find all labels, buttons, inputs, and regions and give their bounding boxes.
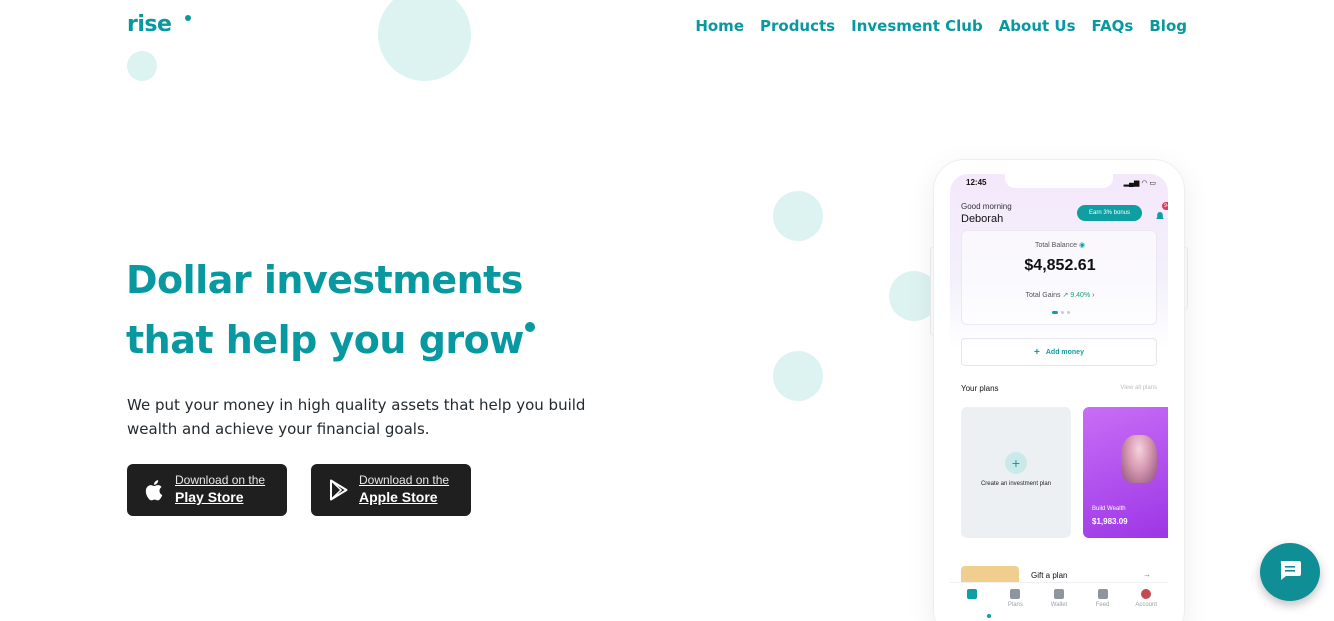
decor-circle bbox=[773, 351, 823, 401]
add-money-button: + Add money bbox=[961, 338, 1157, 366]
plan-value: $1,983.09 bbox=[1092, 517, 1128, 526]
apple-store-label: Download on the Apple Store bbox=[359, 473, 449, 507]
total-balance-value: $4,852.61 bbox=[1024, 257, 1096, 274]
active-tab-indicator bbox=[987, 614, 991, 618]
main-nav: Home Products Invesment Club About Us FA… bbox=[695, 17, 1187, 35]
gift-plan-label: Gift a plan bbox=[1031, 571, 1068, 580]
create-plan-card: + Create an investment plan bbox=[961, 407, 1071, 538]
decor-circle bbox=[773, 191, 823, 241]
store-small-text: Download on the bbox=[175, 473, 266, 487]
store-big-text: Apple Store bbox=[359, 489, 438, 505]
phone-notch bbox=[1005, 174, 1113, 188]
decor-circle bbox=[378, 0, 471, 81]
play-store-label: Download on the Play Store bbox=[175, 473, 265, 507]
coins-illustration bbox=[1121, 435, 1157, 483]
phone-mockup: 12:45 ▂▄▆ ◠ ▭ Good morning Deborah Earn … bbox=[934, 160, 1184, 621]
wallet-icon bbox=[1053, 589, 1064, 599]
nav-about-us[interactable]: About Us bbox=[999, 17, 1076, 35]
home-icon bbox=[966, 589, 977, 599]
balance-card: Total Balance ◉ $4,852.61 Total Gains ↗ … bbox=[961, 230, 1157, 325]
store-small-text: Download on the bbox=[359, 473, 450, 487]
tab-plans: Plans bbox=[998, 589, 1032, 621]
apple-icon bbox=[143, 478, 167, 502]
phone-tab-bar: Plans Wallet Feed Account bbox=[950, 582, 1168, 621]
chat-icon bbox=[1278, 559, 1302, 586]
feed-icon bbox=[1097, 589, 1108, 599]
build-wealth-card: Build Wealth $1,983.09 bbox=[1083, 407, 1168, 538]
arrow-up-icon: ↗ bbox=[1062, 292, 1069, 299]
add-money-label: Add money bbox=[1045, 348, 1084, 356]
plan-name: Build Wealth bbox=[1092, 506, 1126, 512]
nav-investment-club[interactable]: Invesment Club bbox=[851, 17, 983, 35]
user-name: Deborah bbox=[961, 213, 1004, 225]
greeting: Good morning bbox=[961, 202, 1012, 211]
tab-label: Feed bbox=[1095, 602, 1110, 608]
eye-icon: ◉ bbox=[1078, 242, 1086, 249]
tab-label: Account bbox=[1135, 602, 1158, 608]
tab-label: Wallet bbox=[1050, 602, 1068, 608]
arrow-right-icon: → bbox=[1143, 570, 1151, 579]
decor-circle bbox=[127, 51, 157, 81]
store-big-text: Play Store bbox=[175, 489, 244, 505]
plus-icon: + bbox=[1005, 452, 1027, 474]
total-gains-value: 9.40% bbox=[1070, 292, 1091, 299]
nav-products[interactable]: Products bbox=[760, 17, 835, 35]
avatar bbox=[1141, 589, 1152, 599]
status-time: 12:45 bbox=[966, 178, 987, 187]
tab-feed: Feed bbox=[1086, 589, 1120, 621]
hero-title-line2a: that help you bbox=[126, 318, 406, 362]
play-store-button[interactable]: Download on the Play Store bbox=[127, 464, 287, 516]
page: rise Home Products Invesment Club About … bbox=[0, 0, 1334, 621]
tab-wallet: Wallet bbox=[1042, 589, 1076, 621]
hero-title-line1: Dollar investments bbox=[126, 258, 523, 302]
bonus-pill: Earn 3% bonus bbox=[1077, 205, 1142, 221]
total-gains-label: Total Gains bbox=[1025, 292, 1061, 299]
hero-subtitle: We put your money in high quality assets… bbox=[127, 396, 586, 438]
nav-blog[interactable]: Blog bbox=[1149, 17, 1187, 35]
your-plans-heading: Your plans bbox=[961, 384, 999, 393]
brand-dot bbox=[524, 322, 535, 332]
tab-label: Plans bbox=[1007, 602, 1023, 608]
logo[interactable]: rise bbox=[127, 12, 172, 37]
plans-icon bbox=[1010, 589, 1021, 599]
view-all-plans-link: View all plans bbox=[1120, 385, 1157, 391]
total-balance-text: Total Balance bbox=[1034, 242, 1077, 249]
chat-button[interactable] bbox=[1260, 543, 1320, 601]
phone-screen: 12:45 ▂▄▆ ◠ ▭ Good morning Deborah Earn … bbox=[950, 174, 1168, 621]
nav-faqs[interactable]: FAQs bbox=[1092, 17, 1134, 35]
total-balance-label: Total Balance ◉ bbox=[962, 241, 1158, 249]
play-icon bbox=[327, 478, 351, 502]
hero-title-line2b: grow bbox=[418, 318, 525, 362]
nav-home[interactable]: Home bbox=[695, 17, 744, 35]
status-icons: ▂▄▆ ◠ ▭ bbox=[1123, 180, 1156, 187]
plus-icon: + bbox=[1034, 346, 1040, 358]
tab-home bbox=[955, 589, 989, 621]
notification-badge: 9+ bbox=[1162, 202, 1168, 210]
tab-account: Account bbox=[1129, 589, 1163, 621]
create-plan-label: Create an investment plan bbox=[980, 481, 1052, 487]
total-gains: Total Gains ↗ 9.40% › bbox=[1025, 292, 1095, 299]
logo-dot bbox=[185, 15, 191, 21]
carousel-dots bbox=[1052, 311, 1070, 314]
apple-store-button[interactable]: Download on the Apple Store bbox=[311, 464, 471, 516]
hero-title: Dollar investments that help you grow bbox=[126, 250, 535, 370]
